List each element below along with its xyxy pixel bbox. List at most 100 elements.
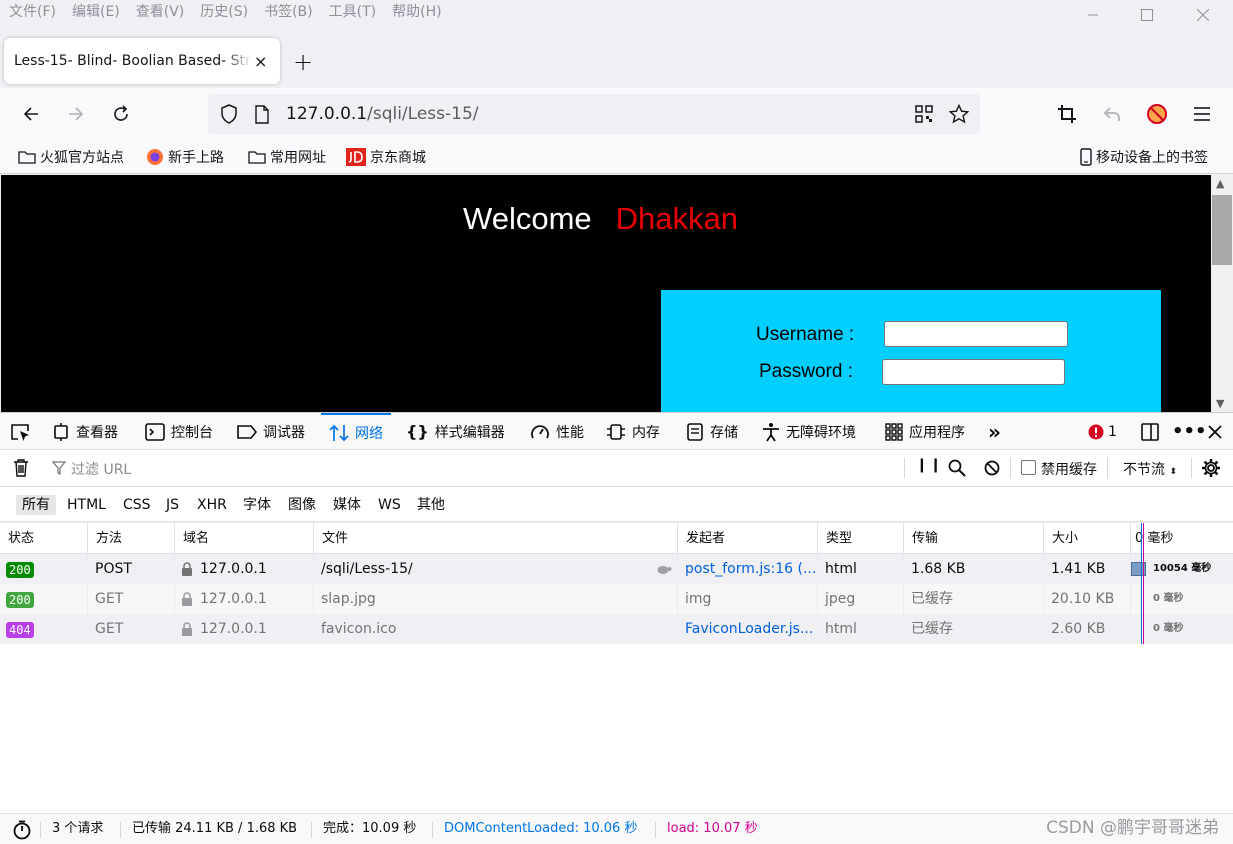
tab-accessibility[interactable]: 无障碍环境: [762, 413, 856, 450]
undo-button[interactable]: [1096, 98, 1128, 130]
filter-ws[interactable]: WS: [372, 495, 407, 515]
table-row[interactable]: 200 POST 127.0.0.1 /sqli/Less-15/ post_f…: [0, 554, 1233, 584]
divider: [432, 822, 433, 838]
block-icon[interactable]: [984, 460, 1000, 476]
initiator-link[interactable]: FaviconLoader.js...: [678, 614, 818, 644]
pause-icon[interactable]: ❙❙: [916, 457, 943, 473]
dom-content-loaded-marker: [1141, 523, 1142, 644]
close-window-button[interactable]: [1180, 0, 1226, 30]
tab-console[interactable]: 控制台: [145, 413, 213, 450]
scrollbar-thumb[interactable]: [1212, 195, 1232, 265]
menu-tools[interactable]: 工具(T): [329, 2, 376, 22]
filter-css[interactable]: CSS: [117, 495, 157, 515]
tab-close-icon[interactable]: ×: [254, 52, 267, 71]
trash-icon[interactable]: [12, 458, 30, 478]
tab-style-editor[interactable]: {} 样式编辑器: [406, 413, 505, 450]
minimize-button[interactable]: [1070, 0, 1116, 30]
bookmark-jd[interactable]: 京东商城: [346, 146, 426, 168]
back-button[interactable]: [15, 98, 47, 130]
gear-icon[interactable]: [1201, 458, 1221, 478]
qr-code-icon[interactable]: [915, 105, 933, 123]
close-devtools-button[interactable]: [1208, 413, 1222, 450]
column-domain[interactable]: 域名: [175, 523, 314, 554]
shield-icon[interactable]: [220, 104, 238, 124]
mobile-bookmarks-label: 移动设备上的书签: [1096, 150, 1208, 166]
mobile-bookmarks[interactable]: 移动设备上的书签: [1080, 146, 1208, 168]
filter-images[interactable]: 图像: [282, 495, 322, 515]
menu-history[interactable]: 历史(S): [200, 2, 248, 22]
maximize-button[interactable]: [1124, 0, 1170, 30]
column-type[interactable]: 类型: [818, 523, 904, 554]
filter-xhr[interactable]: XHR: [191, 495, 233, 515]
column-waterfall[interactable]: 0 毫秒: [1131, 523, 1233, 554]
column-status[interactable]: 状态: [0, 523, 88, 554]
filter-other[interactable]: 其他: [411, 495, 451, 515]
reload-button[interactable]: [105, 98, 137, 130]
forward-button[interactable]: [60, 98, 92, 130]
lock-icon: [182, 622, 192, 636]
devtools-options-icon[interactable]: •••: [1172, 413, 1207, 450]
bookmark-getting-started[interactable]: 新手上路: [146, 146, 224, 168]
table-row[interactable]: 200 GET 127.0.0.1 slap.jpg img jpeg 已缓存 …: [0, 584, 1233, 614]
tab-memory[interactable]: 内存: [606, 413, 660, 450]
lock-icon: [182, 592, 192, 606]
menu-bookmarks[interactable]: 书签(B): [264, 2, 313, 22]
tab-performance[interactable]: 性能: [530, 413, 584, 450]
filter-media[interactable]: 媒体: [327, 495, 367, 515]
extension-button[interactable]: [1141, 98, 1173, 130]
column-size[interactable]: 大小: [1044, 523, 1131, 554]
crop-screenshot-button[interactable]: [1051, 98, 1083, 130]
domain-cell: 127.0.0.1: [200, 561, 267, 577]
disable-cache-checkbox[interactable]: [1021, 460, 1036, 475]
minimize-icon: [1088, 14, 1098, 16]
menu-edit[interactable]: 编辑(E): [72, 2, 120, 22]
tab-less15[interactable]: Less-15- Blind- Boolian Based- String ×: [4, 38, 280, 84]
load-time: load: 10.07 秒: [667, 821, 758, 836]
initiator-link[interactable]: post_form.js:16 (...: [678, 554, 818, 584]
timing-cell: 10054 毫秒: [1153, 563, 1212, 574]
tab-debugger[interactable]: 调试器: [237, 413, 305, 450]
login-form: Username : Password :: [661, 290, 1161, 412]
column-method[interactable]: 方法: [88, 523, 175, 554]
password-input[interactable]: [882, 359, 1065, 385]
scroll-up-icon[interactable]: ▲: [1216, 177, 1224, 190]
stopwatch-icon[interactable]: [12, 820, 32, 840]
tab-network[interactable]: 网络: [321, 413, 391, 450]
column-initiator[interactable]: 发起者: [678, 523, 818, 554]
filter-all[interactable]: 所有: [16, 495, 56, 515]
dock-toggle-button[interactable]: [1140, 413, 1160, 450]
filter-url-input[interactable]: 过滤 URL: [71, 459, 131, 479]
throttle-select[interactable]: 不节流 ⬍: [1123, 459, 1177, 479]
request-count: 3 个请求: [52, 821, 104, 836]
turtle-icon: [657, 566, 672, 574]
column-transferred[interactable]: 传输: [904, 523, 1044, 554]
new-tab-button[interactable]: +: [293, 48, 313, 76]
element-picker-button[interactable]: [10, 413, 32, 450]
initiator-cell: img: [685, 591, 712, 607]
filter-js[interactable]: JS: [160, 495, 185, 515]
column-file[interactable]: 文件: [314, 523, 678, 554]
tab-application[interactable]: 应用程序: [885, 413, 965, 450]
page-scrollbar[interactable]: ▲ ▼: [1211, 175, 1233, 412]
tab-inspector[interactable]: 查看器: [52, 413, 118, 450]
bookmark-firefox-site[interactable]: 火狐官方站点: [18, 146, 124, 168]
scroll-down-icon[interactable]: ▼: [1216, 397, 1224, 410]
table-row[interactable]: 404 GET 127.0.0.1 favicon.ico FaviconLoa…: [0, 614, 1233, 644]
url-bar[interactable]: 127.0.0.1/sqli/Less-15/: [208, 94, 980, 134]
timing-cell: 0 毫秒: [1153, 623, 1184, 634]
tab-storage[interactable]: 存储: [686, 413, 738, 450]
username-input[interactable]: [884, 321, 1068, 347]
more-tabs-chevron-icon[interactable]: »: [988, 413, 1001, 450]
filter-fonts[interactable]: 字体: [237, 495, 277, 515]
menu-view[interactable]: 查看(V): [136, 2, 185, 22]
bookmark-label: 新手上路: [168, 150, 224, 166]
filter-html[interactable]: HTML: [61, 495, 112, 515]
menu-file[interactable]: 文件(F): [9, 2, 56, 22]
bookmark-star-icon[interactable]: [949, 104, 969, 124]
menu-help[interactable]: 帮助(H): [392, 2, 441, 22]
search-icon[interactable]: [948, 459, 966, 477]
app-menu-button[interactable]: [1186, 98, 1218, 130]
bookmark-common-sites[interactable]: 常用网址: [248, 146, 326, 168]
request-type-filters: 所有 HTML CSS JS XHR 字体 图像 媒体 WS 其他: [0, 487, 1233, 522]
error-count-badge[interactable]: 1: [1088, 413, 1117, 450]
